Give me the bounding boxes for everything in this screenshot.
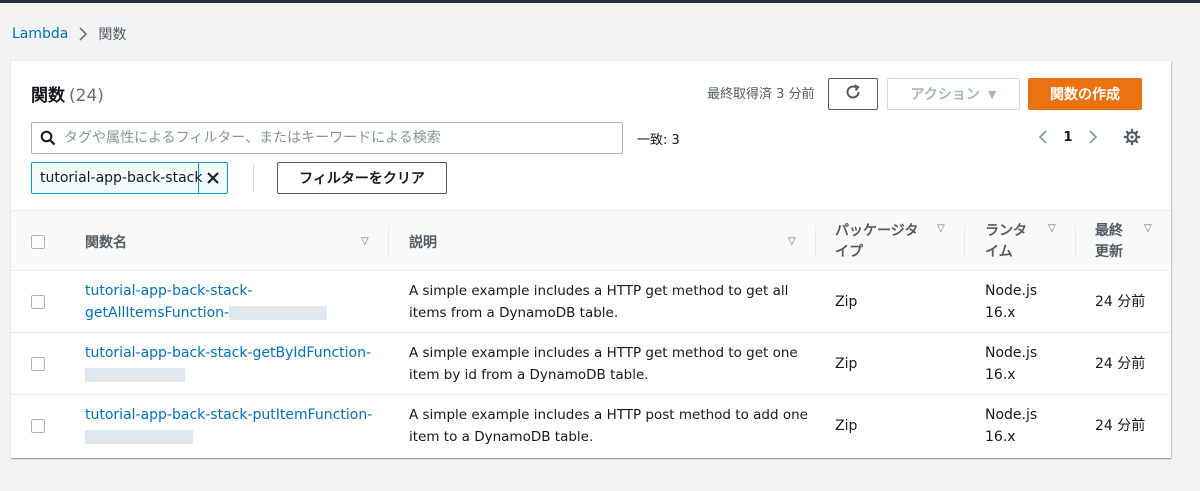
runtime-cell: Node.js 16.x [985, 271, 1037, 333]
package-type-cell: Zip [835, 294, 858, 310]
function-name-link-line2[interactable]: getAllItemsFunction- [85, 305, 229, 321]
table-row: tutorial-app-back-stack- getAllItemsFunc… [11, 271, 1171, 333]
sort-caret-icon[interactable]: ▽ [1048, 223, 1056, 234]
description-line2: items from a DynamoDB table. [409, 305, 619, 321]
actions-label: アクション [910, 87, 980, 103]
row-checkbox[interactable] [31, 357, 45, 371]
last-modified-cell: 24 分前 [1095, 418, 1146, 434]
chevron-right-icon[interactable] [1081, 125, 1105, 149]
row-checkbox[interactable] [31, 419, 45, 433]
breadcrumb-current: 関数 [98, 27, 127, 43]
package-type-cell: Zip [835, 356, 858, 372]
column-header-package-type-line2: イプ [835, 243, 863, 260]
actions-dropdown[interactable]: アクション ▼ [887, 78, 1020, 110]
column-header-runtime-line2: イム [985, 243, 1013, 260]
row-select-cell [31, 271, 45, 333]
sort-caret-icon[interactable]: ▽ [788, 236, 796, 247]
description-line1: A simple example includes a HTTP get met… [409, 283, 789, 299]
column-divider [815, 225, 816, 257]
row-select-cell [31, 395, 45, 457]
redacted-suffix [229, 306, 328, 320]
last-fetched-text: 最終取得済 3 分前 [707, 87, 815, 102]
runtime-line2: 16.x [985, 429, 1016, 445]
column-divider [388, 225, 389, 257]
description-line1: A simple example includes a HTTP post me… [409, 407, 808, 423]
redacted-suffix [85, 368, 185, 382]
clear-filter-button[interactable]: フィルターをクリア [277, 162, 447, 194]
sort-caret-icon[interactable]: ▽ [937, 223, 945, 234]
last-modified-cell: 24 分前 [1095, 356, 1146, 372]
sort-caret-icon[interactable]: ▽ [361, 236, 369, 247]
filter-token-label: tutorial-app-back-stack [32, 163, 202, 193]
refresh-icon [844, 83, 862, 105]
chevron-right-icon [78, 27, 88, 41]
settings-gear-icon[interactable] [1123, 128, 1141, 146]
runtime-line1: Node.js [985, 345, 1038, 361]
column-header-name[interactable]: 関数名 [85, 211, 127, 272]
table-row: tutorial-app-back-stack-putItemFunction-… [11, 395, 1171, 457]
function-name-cell: tutorial-app-back-stack- getAllItemsFunc… [85, 271, 385, 333]
column-divider [964, 225, 965, 257]
column-header-runtime[interactable]: ランタ イム [985, 211, 1027, 272]
divider [253, 164, 254, 192]
column-header-last-modified-line1: 最終 [1095, 222, 1123, 239]
sort-caret-icon[interactable]: ▽ [1144, 223, 1152, 234]
redacted-suffix [85, 430, 193, 444]
description-line2: item by id from a DynamoDB table. [409, 367, 649, 383]
column-header-last-modified-line2: 更新 [1095, 243, 1123, 260]
runtime-line2: 16.x [985, 367, 1016, 383]
table-header: 関数名 ▽ 説明 ▽ パッケージタ イプ ▽ ランタ イム ▽ 最終 更新 ▽ [11, 210, 1171, 271]
page-number[interactable]: 1 [1055, 130, 1081, 145]
package-type-cell: Zip [835, 418, 858, 434]
function-name-link-line1[interactable]: tutorial-app-back-stack- [85, 280, 327, 302]
runtime-line1: Node.js [985, 407, 1038, 423]
functions-panel: 関数(24) 最終取得済 3 分前 アクション ▼ 関数の作成 一致: 3 1 [11, 60, 1171, 458]
column-divider [1075, 225, 1076, 257]
caret-down-icon: ▼ [987, 87, 997, 101]
breadcrumb: Lambda 関数 [12, 24, 126, 44]
search-icon [40, 130, 56, 146]
page-title: 関数 (24) [31, 81, 104, 106]
description-cell: A simple example includes a HTTP get met… [409, 271, 809, 333]
chevron-left-icon[interactable] [1031, 125, 1055, 149]
refresh-button[interactable] [828, 78, 878, 110]
page-title-text: 関数 [31, 86, 65, 106]
column-header-last-modified[interactable]: 最終 更新 [1095, 211, 1123, 272]
column-header-description-label: 説明 [409, 234, 437, 251]
column-header-package-type[interactable]: パッケージタ イプ [835, 211, 918, 272]
column-header-name-label: 関数名 [85, 234, 127, 251]
runtime-line2: 16.x [985, 305, 1016, 321]
row-checkbox[interactable] [31, 295, 45, 309]
function-name-link-line1[interactable]: tutorial-app-back-stack-getByIdFunction- [85, 342, 371, 364]
functions-table: 関数名 ▽ 説明 ▽ パッケージタ イプ ▽ ランタ イム ▽ 最終 更新 ▽ … [11, 210, 1171, 457]
top-bar [0, 0, 1200, 3]
description-line2: item to a DynamoDB table. [409, 429, 594, 445]
description-cell: A simple example includes a HTTP get met… [409, 333, 809, 395]
function-name-cell: tutorial-app-back-stack-putItemFunction- [85, 395, 385, 457]
function-count: (24) [69, 86, 104, 106]
search-input[interactable] [64, 130, 604, 146]
filter-token: tutorial-app-back-stack [31, 162, 228, 194]
create-function-button[interactable]: 関数の作成 [1028, 78, 1142, 110]
runtime-cell: Node.js 16.x [985, 333, 1037, 395]
row-select-cell [31, 333, 45, 395]
column-header-runtime-line1: ランタ [985, 222, 1027, 239]
column-header-description[interactable]: 説明 [409, 211, 437, 272]
runtime-line1: Node.js [985, 283, 1038, 299]
description-cell: A simple example includes a HTTP post me… [409, 395, 809, 457]
runtime-cell: Node.js 16.x [985, 395, 1037, 457]
search-field [31, 122, 623, 154]
last-modified-cell: 24 分前 [1095, 294, 1146, 310]
function-name-cell: tutorial-app-back-stack-getByIdFunction- [85, 333, 385, 395]
select-all-cell [31, 211, 45, 272]
breadcrumb-lambda-link[interactable]: Lambda [12, 26, 68, 42]
table-row: tutorial-app-back-stack-getByIdFunction-… [11, 333, 1171, 395]
select-all-checkbox[interactable] [31, 234, 45, 249]
pagination: 1 [1031, 125, 1141, 149]
column-header-package-type-line1: パッケージタ [835, 222, 919, 239]
description-line1: A simple example includes a HTTP get met… [409, 345, 798, 361]
match-count: 一致: 3 [637, 133, 680, 148]
function-name-link-line1[interactable]: tutorial-app-back-stack-putItemFunction- [85, 404, 372, 426]
close-icon[interactable] [199, 163, 227, 193]
